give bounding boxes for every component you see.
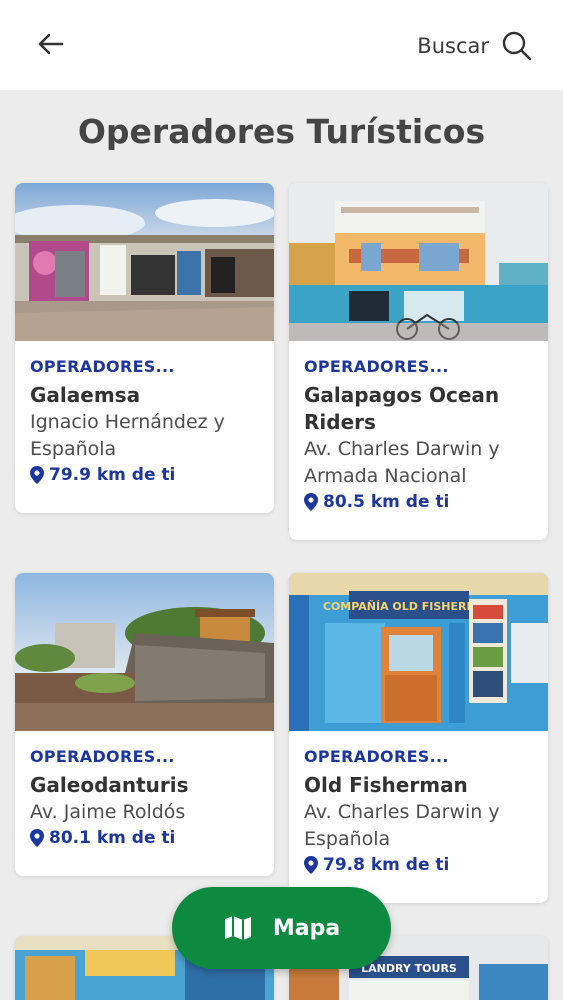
map-button[interactable]: Mapa <box>172 887 391 969</box>
location-pin-icon <box>304 493 318 511</box>
operator-name: Galapagos Ocean <box>304 383 500 407</box>
operator-category: OPERADORES... <box>30 357 175 376</box>
operator-category: OPERADORES... <box>304 357 449 376</box>
operator-name: Galeodanturis <box>30 773 189 797</box>
operator-address: Armada Nacional <box>304 465 467 487</box>
distance-label: 79.8 km de ti <box>323 855 450 875</box>
operator-name: Riders <box>304 410 376 434</box>
operator-card[interactable]: OPERADORES... Galapagos Ocean Riders Av.… <box>289 183 548 540</box>
search-label: Buscar <box>417 34 489 58</box>
map-button-label: Mapa <box>272 915 341 941</box>
svg-text:LANDRY TOURS: LANDRY TOURS <box>361 962 457 975</box>
search-button[interactable]: Buscar <box>417 26 533 66</box>
operator-photo <box>15 573 274 731</box>
distance-label: 79.9 km de ti <box>49 465 176 485</box>
operator-category: OPERADORES... <box>30 747 175 766</box>
distance-label: 80.1 km de ti <box>49 828 176 848</box>
search-icon <box>502 31 532 61</box>
operator-card[interactable]: OPERADORES... Galeodanturis Av. Jaime Ro… <box>15 573 274 876</box>
operator-address: Española <box>304 828 391 850</box>
operator-distance: 79.8 km de ti <box>304 855 533 875</box>
operator-address: Av. Jaime Roldós <box>30 801 186 823</box>
operator-card[interactable]: COMPAÑÍA OLD FISHERMAN OPERADORES... Old… <box>289 573 548 903</box>
operator-card[interactable]: OPERADORES... Galaemsa Ignacio Hernández… <box>15 183 274 513</box>
back-button[interactable] <box>30 26 70 62</box>
operator-photo: COMPAÑÍA OLD FISHERMAN <box>289 573 548 731</box>
arrow-left-icon <box>38 33 64 55</box>
operator-photo <box>15 183 274 341</box>
distance-label: 80.5 km de ti <box>323 492 450 512</box>
operator-name: Old Fisherman <box>304 773 468 797</box>
location-pin-icon <box>304 856 318 874</box>
map-icon <box>224 916 251 940</box>
operator-name: Galaemsa <box>30 383 141 407</box>
operator-address: Av. Charles Darwin y <box>304 801 500 823</box>
operator-photo <box>289 183 548 341</box>
operator-distance: 79.9 km de ti <box>30 465 259 485</box>
operator-address: Av. Charles Darwin y <box>304 438 500 460</box>
operator-address: Española <box>30 438 117 460</box>
operator-distance: 80.5 km de ti <box>304 492 533 512</box>
operator-address: Ignacio Hernández y <box>30 411 225 433</box>
location-pin-icon <box>30 466 44 484</box>
operator-category: OPERADORES... <box>304 747 449 766</box>
location-pin-icon <box>30 829 44 847</box>
operator-distance: 80.1 km de ti <box>30 828 259 848</box>
top-bar: Buscar <box>0 0 563 90</box>
page-title: Operadores Turísticos <box>77 112 486 151</box>
